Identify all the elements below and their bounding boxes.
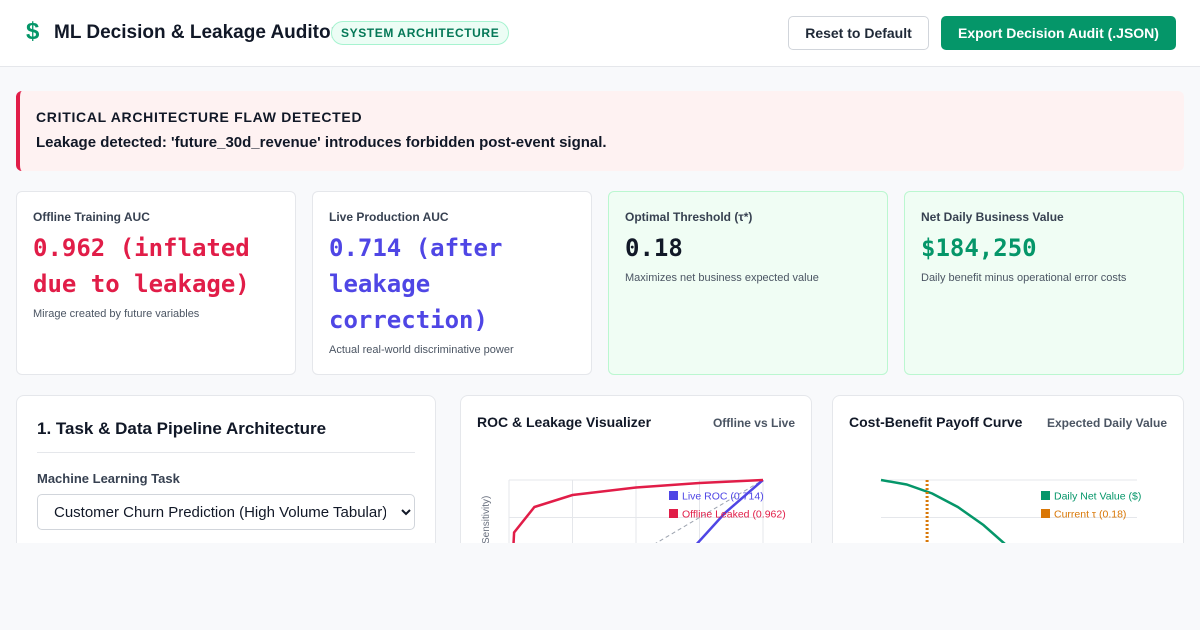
app-header: $ ML Decision & Leakage Auditor SYSTEM A…: [0, 0, 1200, 67]
task-field-label: Machine Learning Task: [37, 471, 180, 486]
metric-card-optimal-threshold: Optimal Threshold (τ*) 0.18 Maximizes ne…: [608, 191, 888, 375]
export-audit-button[interactable]: Export Decision Audit (.JSON): [941, 16, 1176, 50]
page-background-bottom: [0, 543, 1200, 630]
metric-subtext: Maximizes net business expected value: [625, 272, 819, 284]
dollar-icon: $: [26, 18, 40, 45]
legend-label: Offline Leaked (0.962): [682, 509, 786, 521]
task-select[interactable]: Customer Churn Prediction (High Volume T…: [37, 494, 415, 530]
legend-label: Current τ (0.18): [1054, 509, 1126, 521]
metric-label: Net Daily Business Value: [921, 210, 1064, 224]
metric-label: Optimal Threshold (τ*): [625, 210, 753, 224]
legend-swatch: [1041, 491, 1050, 500]
critical-alert: CRITICAL ARCHITECTURE FLAW DETECTED Leak…: [16, 91, 1184, 171]
legend-swatch: [669, 509, 678, 518]
metric-card-net-value: Net Daily Business Value $184,250 Daily …: [904, 191, 1184, 375]
metric-subtext: Daily benefit minus operational error co…: [921, 272, 1127, 284]
metric-subtext: Actual real-world discriminative power: [329, 344, 514, 356]
section-divider: [37, 452, 415, 453]
pipeline-title: 1. Task & Data Pipeline Architecture: [37, 419, 327, 438]
alert-title: CRITICAL ARCHITECTURE FLAW DETECTED: [36, 109, 363, 125]
metric-value: $184,250: [921, 234, 1037, 262]
legend-label: Daily Net Value ($): [1054, 491, 1141, 503]
architecture-badge: SYSTEM ARCHITECTURE: [331, 21, 510, 45]
reset-button[interactable]: Reset to Default: [788, 16, 929, 50]
app-title: ML Decision & Leakage Auditor: [54, 22, 338, 43]
metric-card-live-auc: Live Production AUC 0.714 (after leakage…: [312, 191, 592, 375]
metric-subtext: Mirage created by future variables: [33, 308, 200, 320]
metric-card-offline-auc: Offline Training AUC 0.962 (inflated due…: [16, 191, 296, 375]
legend-label: Live ROC (0.714): [682, 491, 764, 503]
metric-label: Live Production AUC: [329, 210, 449, 224]
legend-swatch: [1041, 509, 1050, 518]
alert-message: Leakage detected: 'future_30d_revenue' i…: [36, 134, 607, 151]
legend-swatch: [669, 491, 678, 500]
metric-value: 0.18: [625, 234, 683, 262]
metric-value: 0.714 (after leakage correction): [329, 234, 503, 334]
y-axis-label: Sensitivity): [481, 496, 492, 544]
metric-value: 0.962 (inflated due to leakage): [33, 234, 250, 298]
metric-label: Offline Training AUC: [33, 210, 150, 224]
